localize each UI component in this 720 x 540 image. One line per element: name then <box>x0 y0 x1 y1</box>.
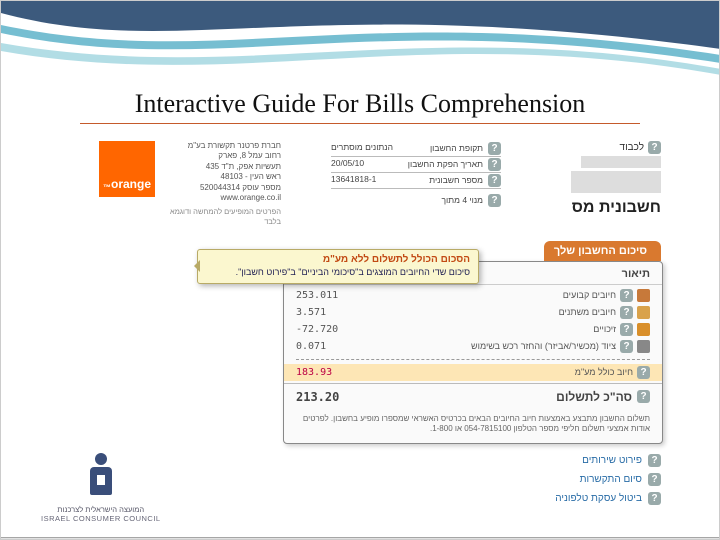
footer-links: פירוט שירותים סיום התקשרות ביטול עסקת טל… <box>81 454 661 505</box>
table-row: חיובים קבועים 253.011 <box>284 287 662 304</box>
row-amount: -72.720 <box>296 324 366 335</box>
row-icon <box>637 340 650 353</box>
help-icon[interactable] <box>488 174 501 187</box>
help-icon[interactable] <box>648 141 661 154</box>
total-label: סה"כ לתשלום <box>556 390 632 404</box>
row-label: חיובים משתנים <box>559 307 616 317</box>
row-label: ציוד (מכשיר/אביזר) והחזר רכש בשימוש <box>471 341 616 351</box>
help-icon[interactable] <box>620 323 633 336</box>
recipient-block: לכבוד חשבונית מס <box>551 141 661 217</box>
total-amount: 213.20 <box>296 390 339 404</box>
row-label: זיכויים <box>593 324 616 334</box>
meta-label: תקופת החשבון <box>430 143 483 154</box>
help-icon[interactable] <box>648 454 661 467</box>
row-amount: 253.011 <box>296 290 366 301</box>
table-row: זיכויים -72.720 <box>284 321 662 338</box>
company-block: חברת פרטנר תקשורת בע"מ רחוב עמל 8, פארק … <box>81 141 281 227</box>
help-icon[interactable] <box>620 289 633 302</box>
consumer-council-logo: המועצה הישראלית לצרכנות ISRAEL CONSUMER … <box>41 453 161 523</box>
table-row-subtotal: חיוב כולל מע"מ 183.93 <box>284 364 662 381</box>
council-name-en: ISRAEL CONSUMER COUNCIL <box>41 514 161 523</box>
tab-account-summary[interactable]: סיכום החשבון שלך <box>544 241 661 261</box>
row-amount: 183.93 <box>296 367 366 378</box>
help-icon[interactable] <box>637 366 650 379</box>
help-icon[interactable] <box>637 390 650 403</box>
slide-wave-decoration <box>1 1 719 91</box>
row-amount: 0.071 <box>296 341 366 352</box>
meta-label: תאריך הפקת החשבון <box>408 159 483 170</box>
meta-value: 20/05/10 <box>331 158 364 171</box>
row-icon <box>637 289 650 302</box>
row-label: חיובים קבועים <box>563 290 616 300</box>
footer-link[interactable]: ביטול עסקת טלפוניה <box>555 493 642 504</box>
help-icon[interactable] <box>648 473 661 486</box>
meta-label: מספר חשבונית <box>429 175 483 186</box>
summary-panel: תיאור סכום חיובים קבועים 253.011 חיובים … <box>283 261 663 444</box>
table-row: ציוד (מכשיר/אביזר) והחזר רכש בשימוש 0.07… <box>284 338 662 355</box>
total-row: סה"כ לתשלום 213.20 <box>284 383 662 410</box>
help-icon[interactable] <box>488 142 501 155</box>
redacted-name <box>581 156 661 168</box>
help-icon[interactable] <box>620 340 633 353</box>
row-icon <box>637 323 650 336</box>
tooltip-title: הסכום הכולל לתשלום ללא מע"מ <box>206 254 470 265</box>
meta-value: 13641818-1 <box>331 174 376 187</box>
help-icon[interactable] <box>488 194 501 207</box>
help-icon[interactable] <box>620 306 633 319</box>
meta-label: מנוי 4 מתוך <box>442 195 484 206</box>
table-row: חיובים משתנים 3.571 <box>284 304 662 321</box>
row-label: חיוב כולל מע"מ <box>575 367 633 377</box>
invoice-heading: חשבונית מס <box>551 199 661 217</box>
redacted-address <box>571 171 661 193</box>
company-address: חברת פרטנר תקשורת בע"מ רחוב עמל 8, פארק … <box>161 141 281 203</box>
slide-footer-line <box>1 537 719 539</box>
greeting-label: לכבוד <box>620 142 644 153</box>
row-amount: 3.571 <box>296 307 366 318</box>
row-icon <box>637 306 650 319</box>
help-icon[interactable] <box>648 492 661 505</box>
panel-footnote: תשלום החשבון מתבצע באמצעות חיוב החיובים … <box>284 410 662 443</box>
footer-link[interactable]: סיום התקשרות <box>580 474 642 485</box>
footer-link[interactable]: פירוט שירותים <box>582 455 642 466</box>
company-tagline: הפרטים המופיעים להמחשה ודוגמא בלבד <box>161 207 281 227</box>
meta-value: הנתונים מוסתרים <box>331 142 393 155</box>
page-title: Interactive Guide For Bills Comprehensio… <box>80 89 640 124</box>
tooltip-body: סיכום שדי החיובים המוצגים ב"סיכומי הביני… <box>206 267 470 277</box>
invoice-meta: תקופת החשבון הנתונים מוסתרים תאריך הפקת … <box>331 141 501 208</box>
tooltip-callout: הסכום הכולל לתשלום ללא מע"מ סיכום שדי הח… <box>197 249 479 284</box>
council-name-he: המועצה הישראלית לצרכנות <box>41 505 161 514</box>
orange-logo: orange™ <box>99 141 155 197</box>
bill-screenshot-region: לכבוד חשבונית מס תקופת החשבון הנתונים מו… <box>81 141 661 501</box>
help-icon[interactable] <box>488 158 501 171</box>
col-header-desc: תיאור <box>622 268 650 280</box>
